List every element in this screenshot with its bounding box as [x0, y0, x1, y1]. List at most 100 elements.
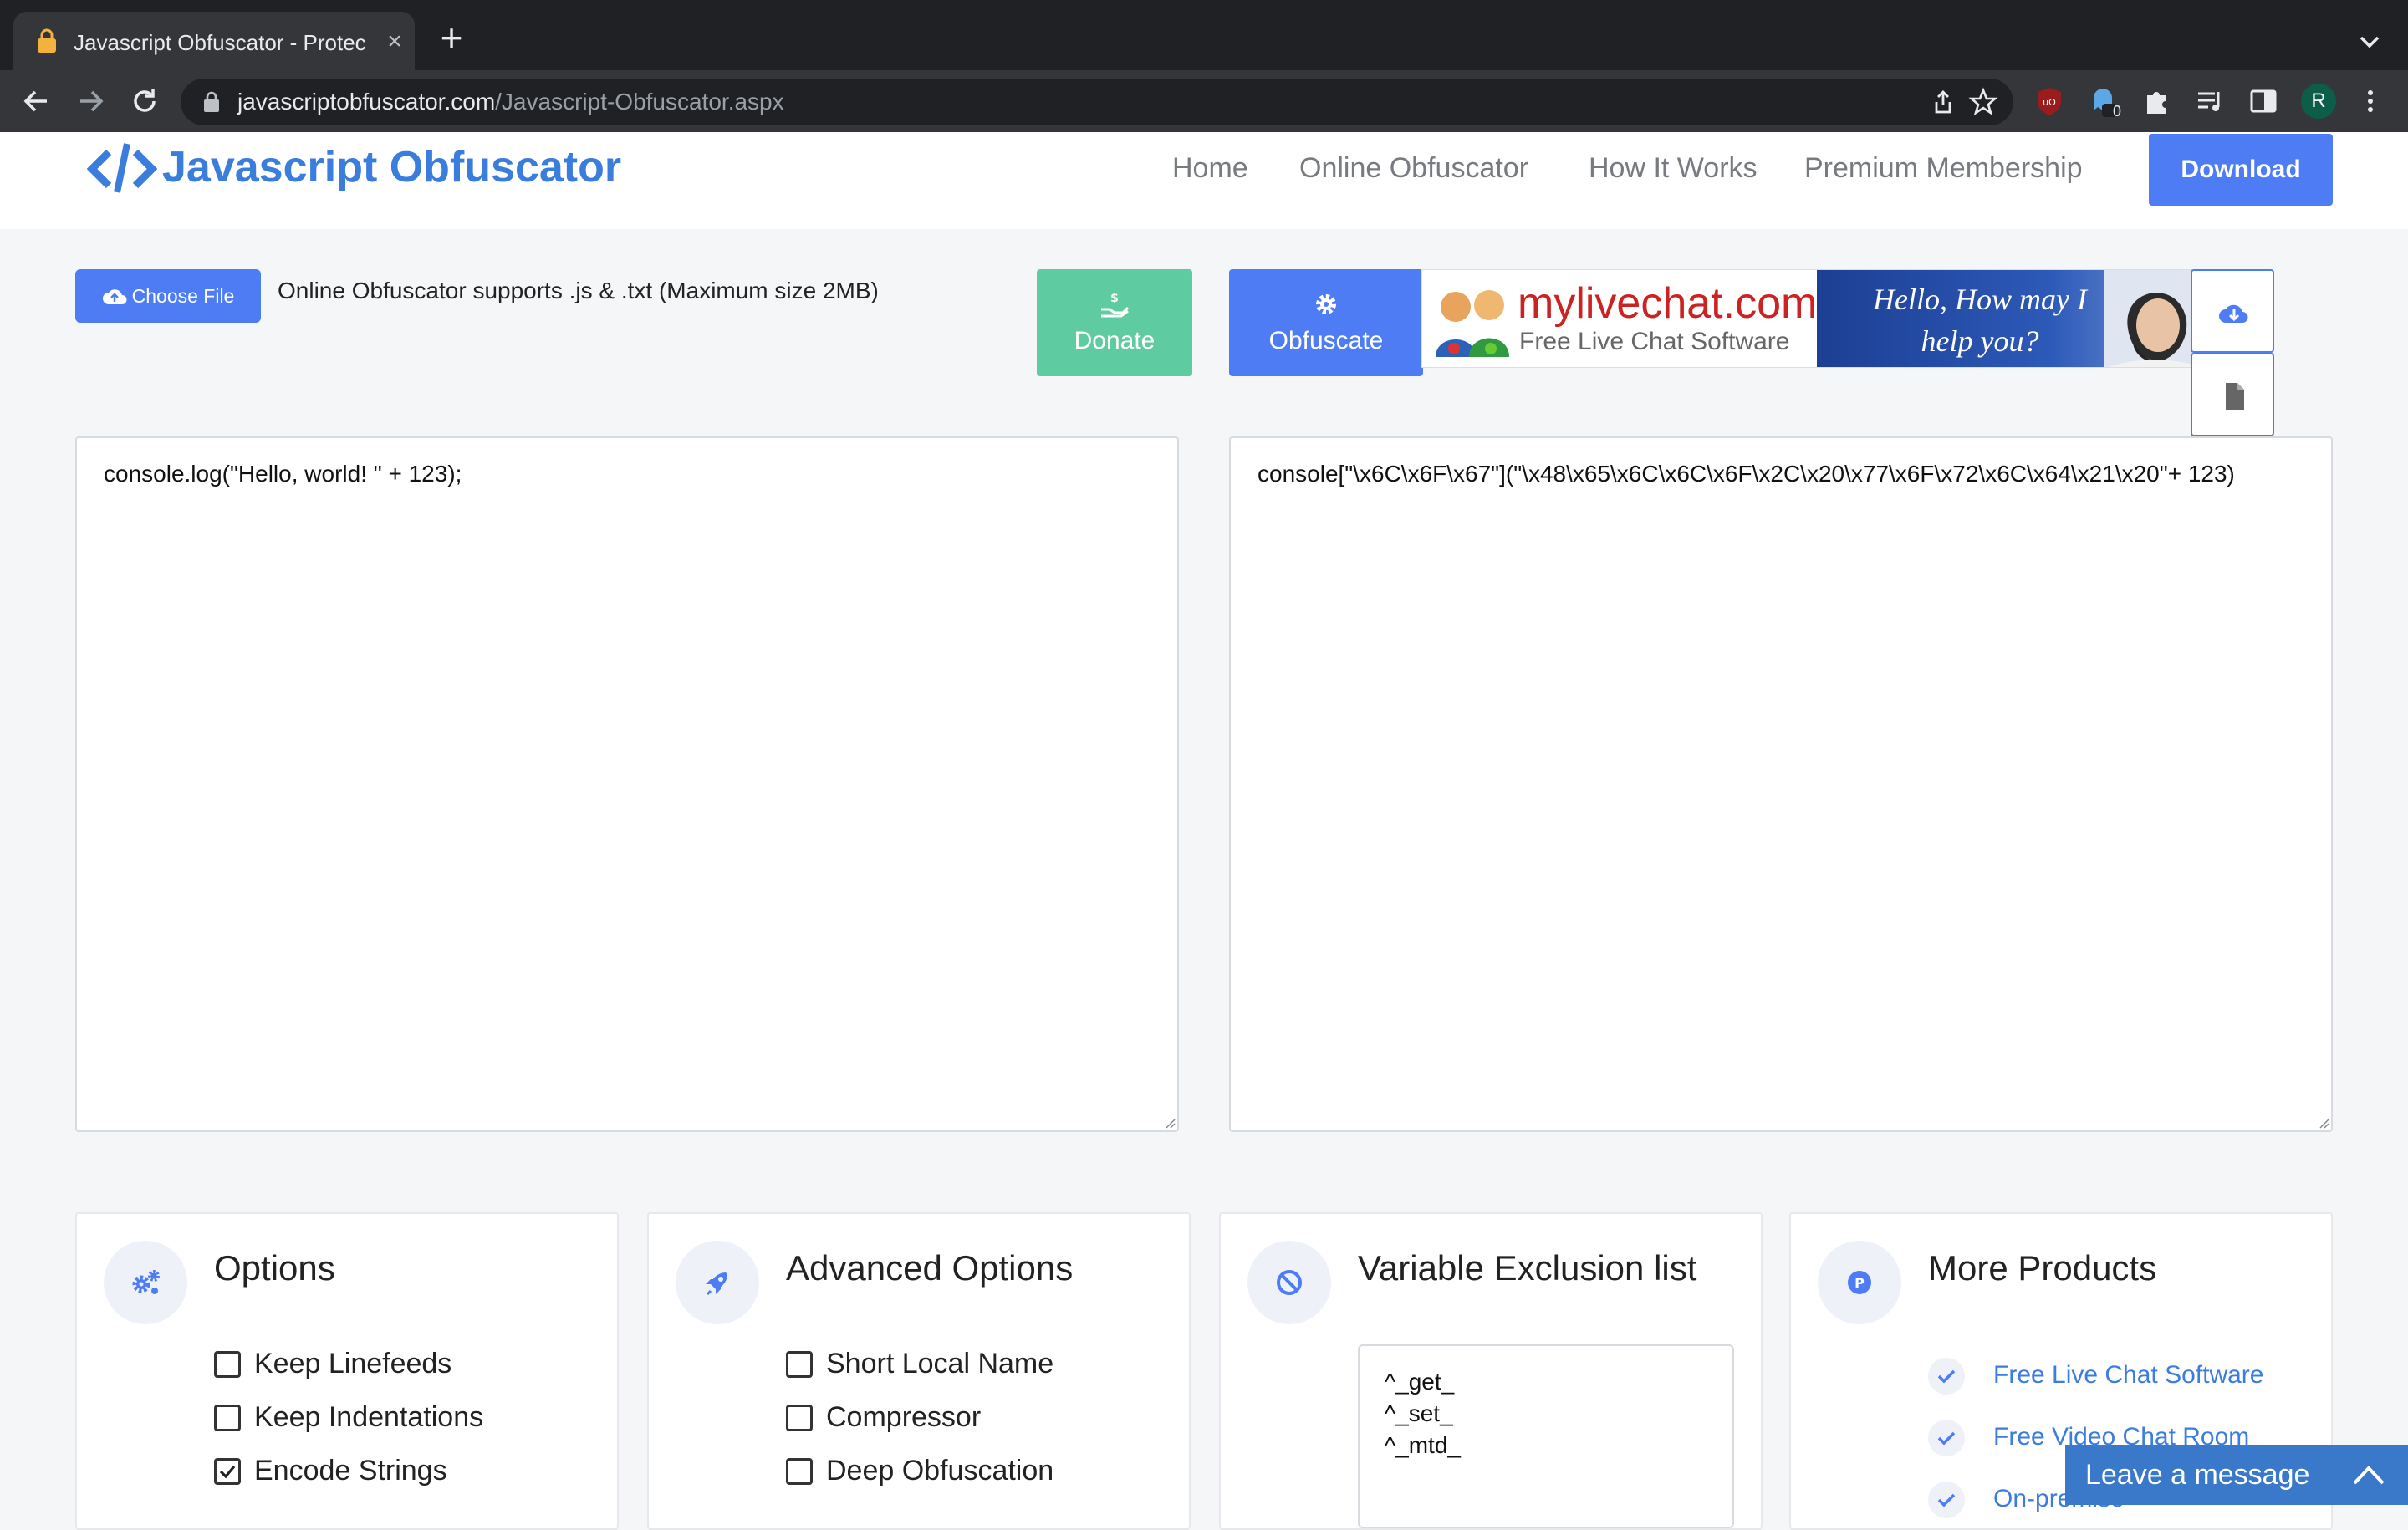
media-queue-icon[interactable] [2194, 85, 2226, 117]
ad-greeting-panel: Hello, How may I help you? [1817, 270, 2203, 367]
url-text[interactable]: javascriptobfuscator.com/Javascript-Obfu… [237, 87, 784, 117]
tab-favicon-lock-icon [38, 28, 56, 53]
exclusion-entry: ^_get_ [1385, 1369, 1455, 1395]
choose-file-button[interactable]: Choose File [75, 269, 261, 323]
chat-people-icon [1436, 290, 1509, 357]
variable-exclusion-card-icon [1247, 1241, 1331, 1324]
support-agent-photo [2104, 270, 2203, 367]
nav-premium-membership-link[interactable]: Premium Membership [1804, 149, 2083, 187]
svg-text:uO: uO [2043, 97, 2056, 108]
free-live-chat-software-link[interactable]: Free Live Chat Software [1993, 1356, 2263, 1395]
leave-message-chat-widget[interactable]: Leave a message [2065, 1445, 2408, 1505]
product-p-icon: P [1848, 1271, 1871, 1294]
side-panel-icon[interactable] [2247, 85, 2279, 117]
compressor-label[interactable]: Compressor [826, 1398, 981, 1436]
browser-tab[interactable]: Javascript Obfuscator - Protec × [13, 12, 415, 70]
keep-linefeeds-label[interactable]: Keep Linefeeds [254, 1344, 452, 1383]
download-output-button[interactable] [2191, 269, 2274, 353]
secure-lock-icon[interactable] [202, 91, 221, 113]
obfuscate-button[interactable]: Obfuscate [1229, 269, 1423, 376]
donate-button[interactable]: $ Donate [1037, 269, 1192, 376]
advanced-options-card: Advanced Options Short Local Name Compre… [647, 1212, 1191, 1530]
leave-message-label[interactable]: Leave a message [2085, 1456, 2309, 1493]
ad-greeting-text: Hello, How may I help you? [1842, 278, 2118, 362]
options-card: Options Keep Linefeeds Keep Indentations… [75, 1212, 619, 1530]
gears-icon [132, 1270, 160, 1294]
nav-how-it-works-link[interactable]: How It Works [1589, 149, 1758, 187]
chrome-menu-kebab-icon[interactable] [2354, 85, 2386, 117]
site-logo-text[interactable]: Javascript Obfuscator [162, 140, 621, 194]
variable-exclusion-title: Variable Exclusion list [1358, 1248, 1697, 1288]
deep-obfuscation-label[interactable]: Deep Obfuscation [826, 1451, 1054, 1490]
ban-icon [1277, 1270, 1302, 1295]
options-card-icon [104, 1241, 187, 1324]
tab-search-chevron-icon[interactable] [2351, 23, 2388, 60]
keep-indentations-label[interactable]: Keep Indentations [254, 1398, 483, 1436]
check-circle-icon [1928, 1358, 1965, 1395]
choose-file-label: Choose File [131, 285, 235, 307]
output-code-textarea[interactable]: console["\x6C\x6F\x67"]("\x48\x65\x6C\x6… [1229, 436, 2333, 1132]
checkmark-icon [219, 1465, 236, 1479]
deep-obfuscation-checkbox[interactable] [786, 1458, 813, 1485]
hand-coin-icon: $ [1037, 291, 1192, 319]
address-bar[interactable]: javascriptobfuscator.com/Javascript-Obfu… [181, 79, 2013, 125]
mylivechat-ad-banner[interactable]: mylivechat.com Free Live Chat Software H… [1421, 269, 2204, 368]
ad-brand-panel: mylivechat.com Free Live Chat Software [1422, 270, 1818, 367]
compressor-checkbox[interactable] [786, 1405, 813, 1431]
ublock-origin-icon[interactable]: uO [2033, 85, 2065, 117]
tab-title: Javascript Obfuscator - Protec [74, 30, 366, 55]
nav-online-obfuscator-link[interactable]: Online Obfuscator [1299, 149, 1528, 187]
download-button[interactable]: Download [2149, 134, 2333, 206]
keep-linefeeds-checkbox[interactable] [214, 1351, 241, 1378]
site-header: Javascript Obfuscator Home Online Obfusc… [0, 132, 2408, 229]
new-tab-button[interactable]: + [431, 18, 472, 59]
forward-arrow-icon[interactable] [72, 82, 110, 120]
short-local-name-checkbox[interactable] [786, 1351, 813, 1378]
tab-close-icon[interactable]: × [378, 25, 411, 59]
output-resize-handle-icon[interactable] [2316, 1115, 2329, 1129]
cloud-download-icon [2219, 304, 2248, 323]
reload-icon[interactable] [125, 82, 164, 120]
encode-strings-label[interactable]: Encode Strings [254, 1451, 447, 1490]
encode-strings-checkbox[interactable] [214, 1458, 241, 1485]
profile-avatar[interactable]: R [2301, 84, 2336, 119]
advanced-options-card-icon [676, 1241, 759, 1324]
more-products-card-icon: P [1818, 1241, 1901, 1324]
short-local-name-label[interactable]: Short Local Name [826, 1344, 1054, 1383]
document-icon [2226, 383, 2244, 410]
extension-badge-count: 0 [2112, 103, 2121, 120]
rocket-icon [706, 1272, 727, 1296]
variable-exclusion-textarea[interactable]: ^_get_ ^_set_ ^_mtd_ [1358, 1344, 1734, 1528]
chevron-up-icon[interactable] [2348, 1456, 2390, 1493]
cloud-upload-icon [102, 289, 127, 304]
code-brackets-logo-icon[interactable] [87, 140, 157, 194]
file-support-note: Online Obfuscator supports .js & .txt (M… [278, 278, 879, 303]
ad-sub-text: Free Live Chat Software [1519, 328, 1790, 355]
check-circle-icon [1928, 1482, 1965, 1518]
options-title: Options [214, 1248, 335, 1288]
check-circle-icon [1928, 1420, 1965, 1456]
bookmark-star-icon[interactable] [1968, 87, 1998, 117]
advanced-options-title: Advanced Options [786, 1248, 1074, 1288]
svg-text:$: $ [1110, 292, 1119, 305]
svg-text:P: P [1854, 1275, 1865, 1291]
exclusion-entry: ^_set_ [1385, 1400, 1453, 1426]
input-code-textarea[interactable]: console.log("Hello, world! " + 123); [75, 436, 1179, 1132]
gear-icon [1229, 291, 1423, 319]
back-arrow-icon[interactable] [17, 82, 55, 120]
keep-indentations-checkbox[interactable] [214, 1405, 241, 1431]
nav-home-link[interactable]: Home [1172, 149, 1248, 187]
input-resize-handle-icon[interactable] [1162, 1115, 1176, 1129]
ad-brand-text: mylivechat.com [1518, 279, 1818, 328]
exclusion-entry: ^_mtd_ [1385, 1432, 1461, 1458]
share-icon[interactable] [1928, 87, 1958, 117]
copy-output-button[interactable] [2191, 353, 2274, 436]
ad-greeting-line-1: Hello, How may I [1873, 283, 2087, 316]
browser-tab-strip: Javascript Obfuscator - Protec × + [0, 0, 2408, 70]
donate-label: Donate [1074, 327, 1156, 354]
extensions-puzzle-icon[interactable] [2140, 85, 2172, 117]
variable-exclusion-card: Variable Exclusion list ^_get_ ^_set_ ^_… [1219, 1212, 1763, 1530]
ad-greeting-line-2: help you? [1921, 324, 2039, 358]
more-products-title: More Products [1928, 1248, 2157, 1288]
browser-toolbar: javascriptobfuscator.com/Javascript-Obfu… [0, 70, 2408, 132]
